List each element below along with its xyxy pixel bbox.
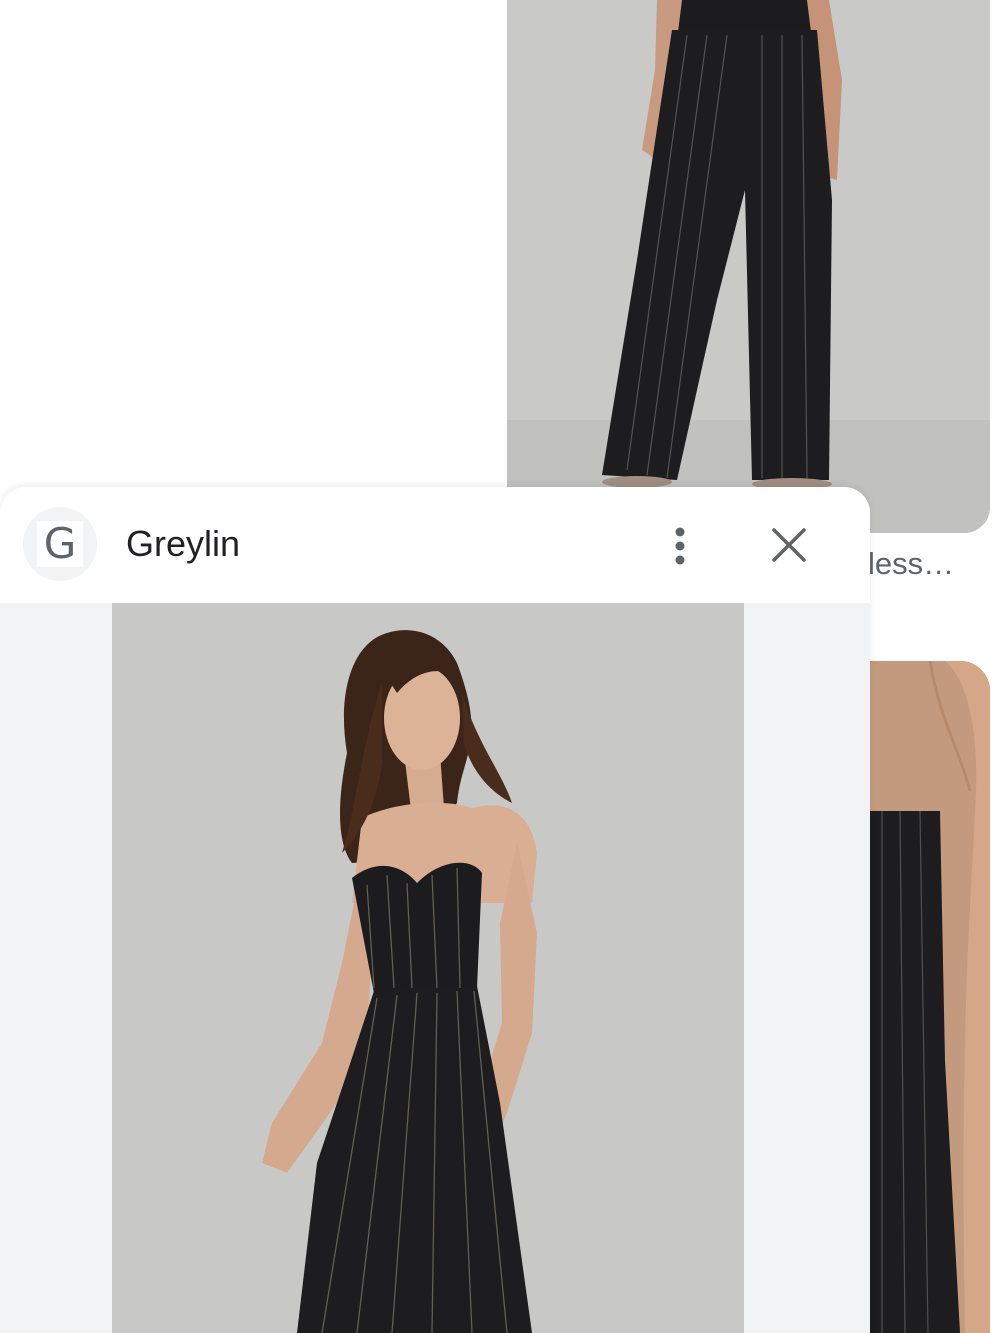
site-logo-icon[interactable]: G: [23, 507, 97, 581]
result-tile-blank: [0, 0, 500, 487]
result-image-right[interactable]: [870, 661, 990, 1333]
result-caption[interactable]: less…: [868, 546, 954, 582]
site-initial: G: [37, 521, 83, 567]
jumpsuit-side-photo: [870, 661, 990, 1333]
preview-image-area: [0, 603, 870, 1333]
result-image-top[interactable]: [507, 0, 990, 533]
model-jumpsuit-photo: [112, 603, 744, 1333]
more-vert-icon: [675, 527, 685, 565]
jumpsuit-back-photo: [507, 0, 990, 533]
preview-image[interactable]: [112, 603, 744, 1333]
panel-header: G Greylin: [0, 487, 870, 603]
close-button[interactable]: [764, 522, 814, 572]
close-icon: [772, 528, 806, 562]
image-preview-panel: G Greylin: [0, 487, 870, 1333]
site-name[interactable]: Greylin: [126, 523, 240, 565]
more-options-button[interactable]: [660, 522, 700, 572]
